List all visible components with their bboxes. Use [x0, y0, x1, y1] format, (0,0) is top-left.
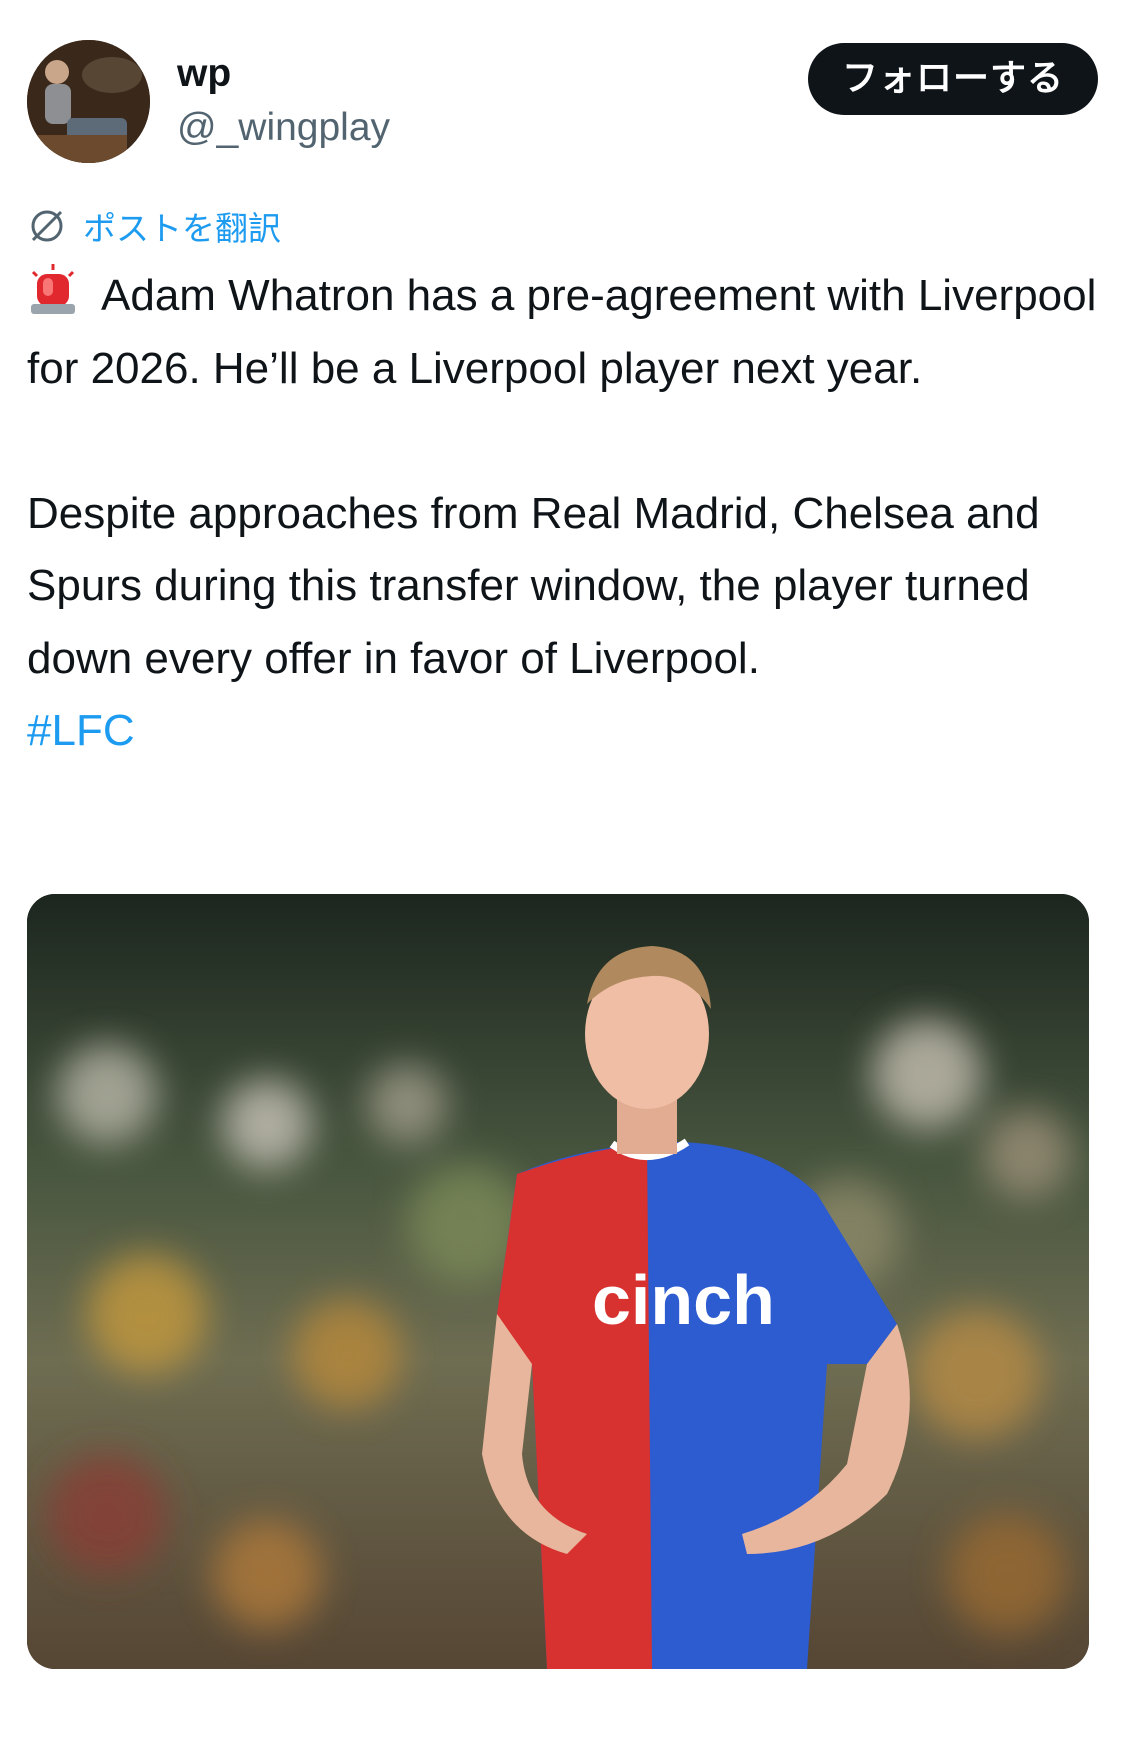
- translate-post-link[interactable]: ポストを翻訳: [27, 204, 281, 248]
- siren-icon: [31, 264, 75, 314]
- player-photo: cinch: [27, 894, 1089, 1669]
- translate-label: ポストを翻訳: [83, 209, 281, 248]
- avatar[interactable]: [27, 40, 150, 163]
- tweet-paragraph-1-text: Adam Whatron has a pre-agreement with Li…: [27, 271, 1097, 393]
- hashtag-link[interactable]: #LFC: [27, 706, 135, 755]
- jersey-sponsor-text: cinch: [592, 1261, 775, 1339]
- avatar-image: [27, 40, 150, 163]
- tweet-paragraph-2: Despite approaches from Real Madrid, Che…: [27, 488, 1040, 683]
- tweet-header: wp @_wingplay フォローする: [27, 40, 1098, 165]
- tweet-text: Adam Whatron has a pre-agreement with Li…: [27, 260, 1107, 768]
- display-name[interactable]: wp: [177, 52, 231, 96]
- follow-button[interactable]: フォローする: [808, 43, 1098, 115]
- globe-icon: [31, 210, 63, 242]
- tweet-paragraph-1: Adam Whatron has a pre-agreement with Li…: [27, 260, 1107, 405]
- user-handle[interactable]: @_wingplay: [177, 106, 390, 150]
- tweet-photo[interactable]: cinch: [27, 894, 1089, 1669]
